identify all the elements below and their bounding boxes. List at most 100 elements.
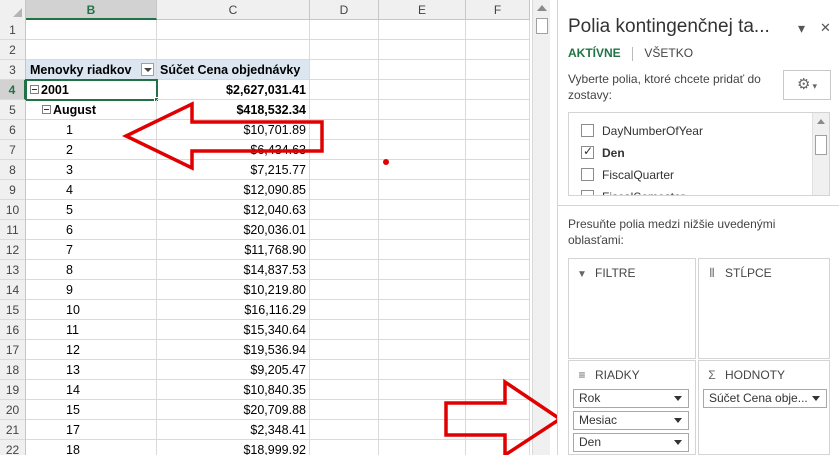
cell-e[interactable] <box>379 60 466 80</box>
cell-f[interactable] <box>466 80 530 100</box>
cell-c[interactable]: $9,205.47 <box>157 360 310 380</box>
row-header[interactable]: 13 <box>0 260 26 280</box>
cell-c[interactable]: $20,036.01 <box>157 220 310 240</box>
cell-b[interactable]: 15 <box>26 400 157 420</box>
row-header[interactable]: 16 <box>0 320 26 340</box>
field-checkbox[interactable] <box>581 190 594 195</box>
field-label[interactable]: FiscalSemester <box>602 187 685 195</box>
cell-c[interactable]: $12,040.63 <box>157 200 310 220</box>
cell-b[interactable]: 4 <box>26 180 157 200</box>
column-header-c[interactable]: C <box>157 0 310 20</box>
cell-b[interactable]: 11 <box>26 320 157 340</box>
cell-d[interactable] <box>310 280 379 300</box>
cell-e[interactable] <box>379 80 466 100</box>
cell-e[interactable] <box>379 120 466 140</box>
cell-b[interactable]: 9 <box>26 280 157 300</box>
cell-c[interactable]: Súčet Cena objednávky <box>157 60 310 80</box>
field-label[interactable]: Den <box>602 143 625 163</box>
cell-d[interactable] <box>310 240 379 260</box>
row-header[interactable]: 20 <box>0 400 26 420</box>
cell-d[interactable] <box>310 380 379 400</box>
cell-e[interactable] <box>379 180 466 200</box>
cell-b[interactable]: 12 <box>26 340 157 360</box>
cell-f[interactable] <box>466 220 530 240</box>
cell-b[interactable]: 14 <box>26 380 157 400</box>
cell-b[interactable]: 10 <box>26 300 157 320</box>
cell-d[interactable] <box>310 40 379 60</box>
cell-c[interactable]: $14,837.53 <box>157 260 310 280</box>
cell-f[interactable] <box>466 240 530 260</box>
cell-e[interactable] <box>379 340 466 360</box>
cell-c[interactable]: $10,840.35 <box>157 380 310 400</box>
cell-f[interactable] <box>466 300 530 320</box>
cell-c[interactable]: $2,348.41 <box>157 420 310 440</box>
scroll-up-arrow-icon[interactable] <box>817 119 825 124</box>
cell-c[interactable]: $19,536.94 <box>157 340 310 360</box>
row-header[interactable]: 10 <box>0 200 26 220</box>
cell-b[interactable]: August <box>26 100 157 120</box>
cell-c[interactable]: $16,116.29 <box>157 300 310 320</box>
row-header[interactable]: 8 <box>0 160 26 180</box>
chevron-down-icon[interactable] <box>812 396 820 401</box>
row-header[interactable]: 6 <box>0 120 26 140</box>
cell-f[interactable] <box>466 340 530 360</box>
row-header[interactable]: 14 <box>0 280 26 300</box>
cell-f[interactable] <box>466 120 530 140</box>
cell-c[interactable]: $12,090.85 <box>157 180 310 200</box>
cell-f[interactable] <box>466 440 530 455</box>
field-list-scrollbar[interactable] <box>812 113 829 195</box>
field-checkbox[interactable] <box>581 168 594 181</box>
row-header[interactable]: 5 <box>0 100 26 120</box>
collapse-icon[interactable] <box>42 105 51 115</box>
cell-b[interactable]: Menovky riadkov <box>26 60 157 80</box>
row-header[interactable]: 15 <box>0 300 26 320</box>
cell-b[interactable]: 8 <box>26 260 157 280</box>
cell-f[interactable] <box>466 260 530 280</box>
chevron-down-icon[interactable] <box>674 418 682 423</box>
cell-c[interactable] <box>157 40 310 60</box>
cell-b[interactable]: 2001 <box>25 79 159 102</box>
cell-d[interactable] <box>310 440 379 455</box>
row-header[interactable]: 4 <box>0 80 26 100</box>
columns-area[interactable]: ⦀ STĹPCE <box>698 258 830 359</box>
cell-c[interactable]: $18,999.92 <box>157 440 310 455</box>
rows-field-rok[interactable]: Rok <box>573 389 689 408</box>
cell-f[interactable] <box>466 180 530 200</box>
cell-f[interactable] <box>466 40 530 60</box>
cell-f[interactable] <box>466 320 530 340</box>
cell-b[interactable]: 18 <box>26 440 157 455</box>
cell-c[interactable]: $11,768.90 <box>157 240 310 260</box>
column-header-d[interactable]: D <box>310 0 379 20</box>
field-label[interactable]: FiscalQuarter <box>602 165 674 185</box>
column-header-f[interactable]: F <box>466 0 530 20</box>
row-header[interactable]: 9 <box>0 180 26 200</box>
cell-d[interactable] <box>310 20 379 40</box>
cell-e[interactable] <box>379 280 466 300</box>
cell-d[interactable] <box>310 200 379 220</box>
cell-b[interactable]: 17 <box>26 420 157 440</box>
chevron-down-icon[interactable] <box>674 440 682 445</box>
chevron-down-icon[interactable] <box>674 396 682 401</box>
cell-e[interactable] <box>379 320 466 340</box>
cell-c[interactable]: $2,627,031.41 <box>157 80 310 100</box>
pane-options-chevron-down-icon[interactable]: ▾ <box>798 20 805 37</box>
cell-e[interactable] <box>379 220 466 240</box>
sheet-vertical-scrollbar[interactable] <box>532 0 550 455</box>
row-header[interactable]: 7 <box>0 140 26 160</box>
values-field-sum-price[interactable]: Súčet Cena obje... <box>703 389 827 408</box>
cell-f[interactable] <box>466 360 530 380</box>
cell-e[interactable] <box>379 260 466 280</box>
cell-d[interactable] <box>310 180 379 200</box>
cell-b[interactable] <box>26 20 157 40</box>
row-header[interactable]: 2 <box>0 40 26 60</box>
cell-c[interactable]: $10,219.80 <box>157 280 310 300</box>
cell-f[interactable] <box>466 380 530 400</box>
cell-f[interactable] <box>466 420 530 440</box>
cell-e[interactable] <box>379 100 466 120</box>
cell-d[interactable] <box>310 360 379 380</box>
scroll-thumb[interactable] <box>536 18 548 34</box>
cell-c[interactable] <box>157 20 310 40</box>
cell-c[interactable]: $20,709.88 <box>157 400 310 420</box>
cell-b[interactable] <box>26 40 157 60</box>
row-header[interactable]: 21 <box>0 420 26 440</box>
